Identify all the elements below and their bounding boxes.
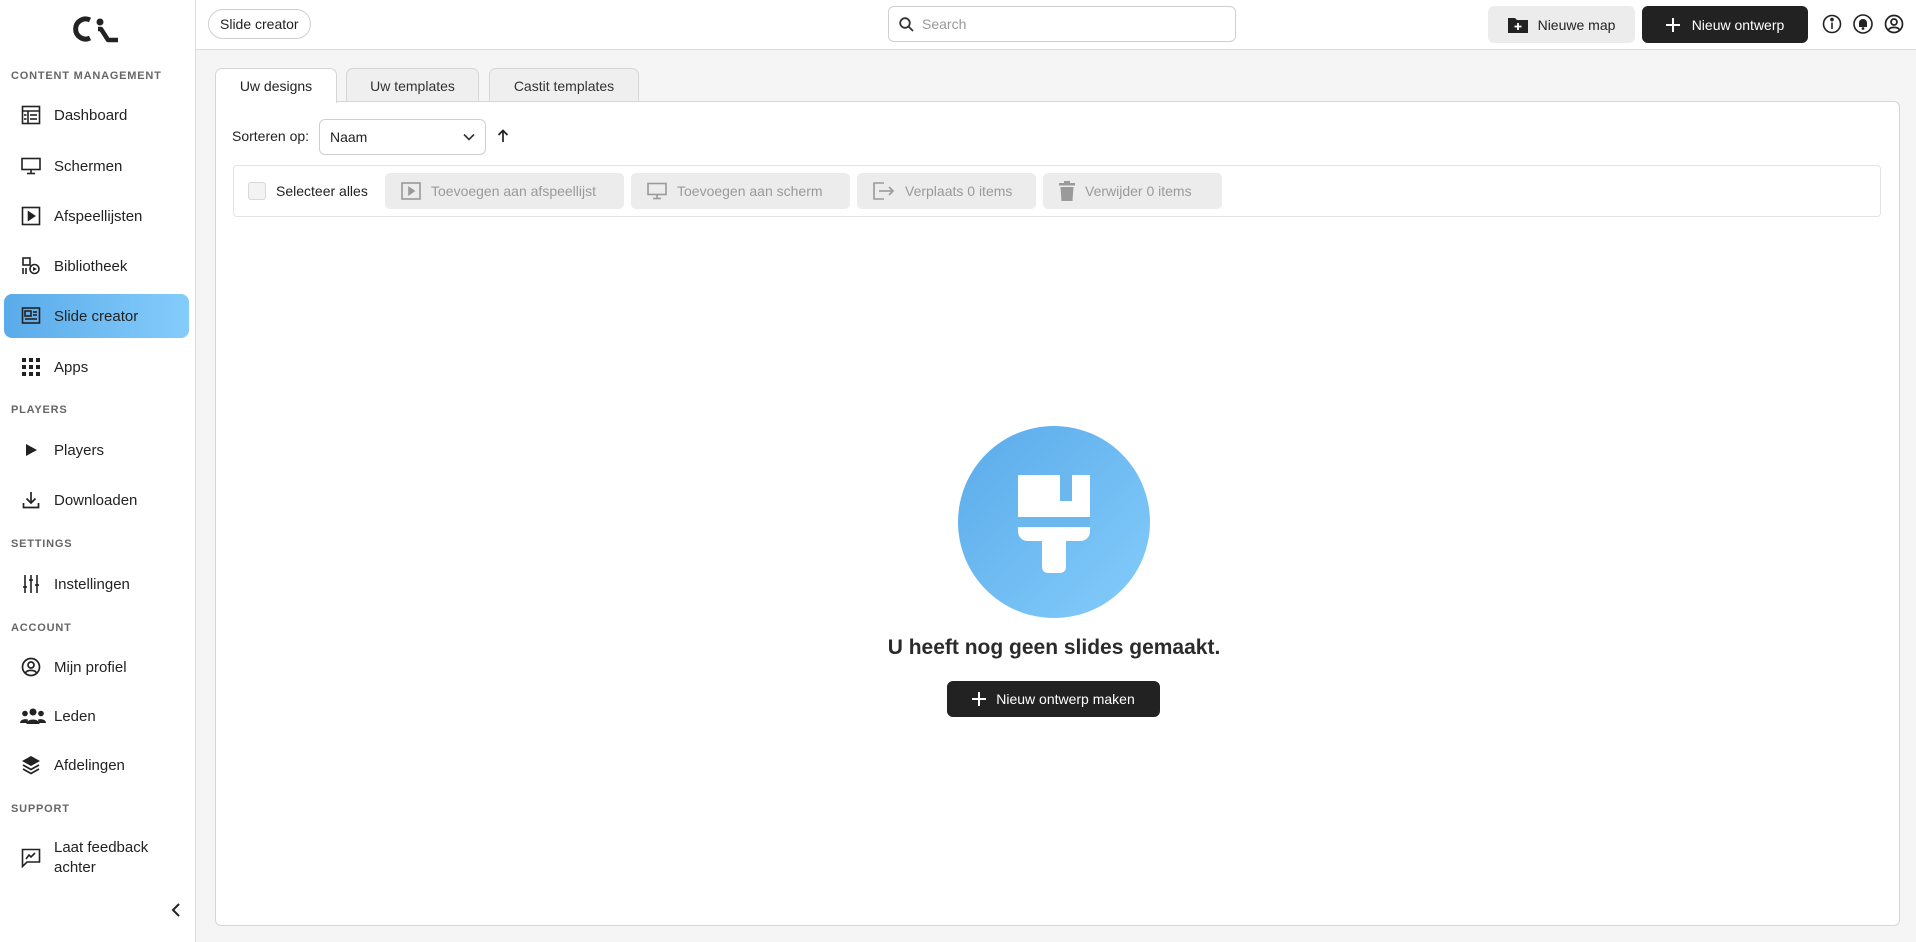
folder-plus-icon: [1507, 17, 1528, 33]
section-content-management: CONTENT MANAGEMENT: [11, 70, 162, 82]
sidebar-item-bibliotheek[interactable]: Bibliotheek: [4, 244, 189, 288]
sidebar-item-mijn-profiel[interactable]: Mijn profiel: [4, 645, 189, 689]
sidebar-item-label: Instellingen: [54, 575, 130, 593]
sort-select[interactable]: Naam: [319, 119, 486, 155]
section-players: PLAYERS: [11, 404, 68, 416]
sidebar-item-label: Laat feedback achter: [54, 838, 148, 878]
user-circle-icon: [20, 656, 42, 678]
bell-icon: [1853, 14, 1873, 34]
sidebar-item-label: Downloaden: [54, 491, 138, 509]
sidebar-item-label: Bibliotheek: [54, 257, 128, 275]
sidebar-item-feedback[interactable]: Laat feedback achter: [4, 832, 189, 884]
castit-logo[interactable]: [72, 14, 122, 44]
plus-icon: [972, 692, 987, 706]
delete-items-button[interactable]: Verwijder 0 items: [1043, 173, 1222, 209]
search-input[interactable]: [922, 16, 1212, 32]
sidebar-item-label: Slide creator: [54, 307, 139, 325]
sidebar-item-leden[interactable]: Leden: [4, 694, 189, 738]
search-icon: [899, 16, 914, 32]
add-to-screen-label: Toevoegen aan scherm: [677, 183, 823, 199]
feedback-label-line1: Laat feedback: [54, 839, 149, 856]
collapse-sidebar-button[interactable]: [166, 900, 186, 920]
feedback-icon: [20, 847, 42, 869]
slide-creator-icon: [20, 305, 42, 327]
monitor-icon: [20, 155, 42, 177]
create-new-design-button[interactable]: Nieuw ontwerp maken: [947, 681, 1160, 717]
info-button[interactable]: [1821, 13, 1843, 35]
empty-state-message: U heeft nog geen slides gemaakt.: [887, 636, 1221, 659]
sidebar-item-instellingen[interactable]: Instellingen: [4, 562, 189, 606]
playlist-icon: [401, 182, 421, 200]
new-folder-button[interactable]: Nieuwe map: [1488, 6, 1635, 43]
sidebar-item-label: Afspeellijsten: [54, 207, 143, 225]
sidebar-item-label: Schermen: [54, 157, 123, 175]
sidebar-item-apps[interactable]: Apps: [4, 345, 189, 389]
new-design-label: Nieuw ontwerp: [1691, 16, 1785, 33]
delete-items-label: Verwijder 0 items: [1085, 183, 1192, 199]
sidebar-item-label: Leden: [54, 707, 96, 725]
sidebar-item-label: Apps: [54, 358, 89, 376]
arrow-up-icon: [497, 129, 509, 142]
users-icon: [20, 705, 46, 727]
sidebar-item-afdelingen[interactable]: Afdelingen: [4, 743, 189, 787]
new-folder-label: Nieuwe map: [1537, 16, 1616, 33]
section-settings: SETTINGS: [11, 538, 73, 550]
notifications-button[interactable]: [1852, 13, 1874, 35]
account-button[interactable]: [1883, 13, 1905, 35]
sidebar-item-label: Afdelingen: [54, 756, 125, 774]
sidebar-item-label: Mijn profiel: [54, 658, 127, 676]
sidebar-item-label: Dashboard: [54, 106, 128, 124]
trash-icon: [1059, 181, 1075, 201]
sidebar-item-label: Players: [54, 441, 105, 459]
chevron-left-icon: [171, 903, 180, 917]
layers-icon: [20, 754, 42, 776]
sidebar: CONTENT MANAGEMENT Dashboard Schermen Af…: [0, 0, 196, 942]
sort-direction-button[interactable]: [494, 127, 512, 145]
sidebar-item-slide-creator[interactable]: Slide creator: [4, 294, 189, 338]
sidebar-item-schermen[interactable]: Schermen: [4, 144, 189, 188]
sidebar-item-dashboard[interactable]: Dashboard: [4, 93, 189, 137]
breadcrumb[interactable]: Slide creator: [208, 9, 311, 39]
new-design-button[interactable]: Nieuw ontwerp: [1642, 6, 1808, 43]
monitor-icon: [647, 182, 667, 200]
create-new-design-label: Nieuw ontwerp maken: [996, 691, 1135, 707]
play-icon: [20, 439, 42, 461]
top-bar: Slide creator Nieuwe map Nieuw ontwerp: [196, 0, 1916, 50]
sidebar-item-players[interactable]: Players: [4, 428, 189, 472]
tab-uw-templates[interactable]: Uw templates: [346, 68, 479, 102]
sidebar-item-downloaden[interactable]: Downloaden: [4, 478, 189, 522]
sidebar-item-afspeellijsten[interactable]: Afspeellijsten: [4, 194, 189, 238]
move-icon: [873, 182, 895, 200]
dashboard-icon: [20, 104, 42, 126]
user-circle-icon: [1884, 14, 1904, 34]
info-icon: [1822, 14, 1842, 34]
add-to-playlist-button[interactable]: Toevoegen aan afspeellijst: [385, 173, 624, 209]
chevron-down-icon: [463, 133, 475, 141]
sort-value: Naam: [330, 129, 368, 145]
feedback-label-line2: achter: [54, 859, 96, 876]
select-all-checkbox[interactable]: [248, 182, 266, 200]
tab-castit-templates[interactable]: Castit templates: [489, 68, 639, 102]
add-to-screen-button[interactable]: Toevoegen aan scherm: [631, 173, 850, 209]
section-account: ACCOUNT: [11, 622, 72, 634]
add-to-playlist-label: Toevoegen aan afspeellijst: [431, 183, 597, 199]
move-items-button[interactable]: Verplaats 0 items: [857, 173, 1036, 209]
plus-icon: [1665, 17, 1680, 32]
search-box[interactable]: [888, 6, 1236, 42]
paintbrush-icon: [1018, 475, 1090, 573]
download-icon: [20, 489, 42, 511]
sort-label: Sorteren op:: [232, 128, 310, 144]
apps-grid-icon: [20, 356, 42, 378]
select-all-toggle[interactable]: Selecteer alles: [248, 182, 368, 200]
playlist-icon: [20, 205, 42, 227]
section-support: SUPPORT: [11, 803, 70, 815]
select-all-label: Selecteer alles: [276, 183, 368, 199]
sliders-icon: [20, 573, 42, 595]
library-icon: [20, 255, 42, 277]
empty-state-illustration: [958, 426, 1150, 618]
move-items-label: Verplaats 0 items: [905, 183, 1013, 199]
tab-uw-designs[interactable]: Uw designs: [215, 68, 337, 103]
